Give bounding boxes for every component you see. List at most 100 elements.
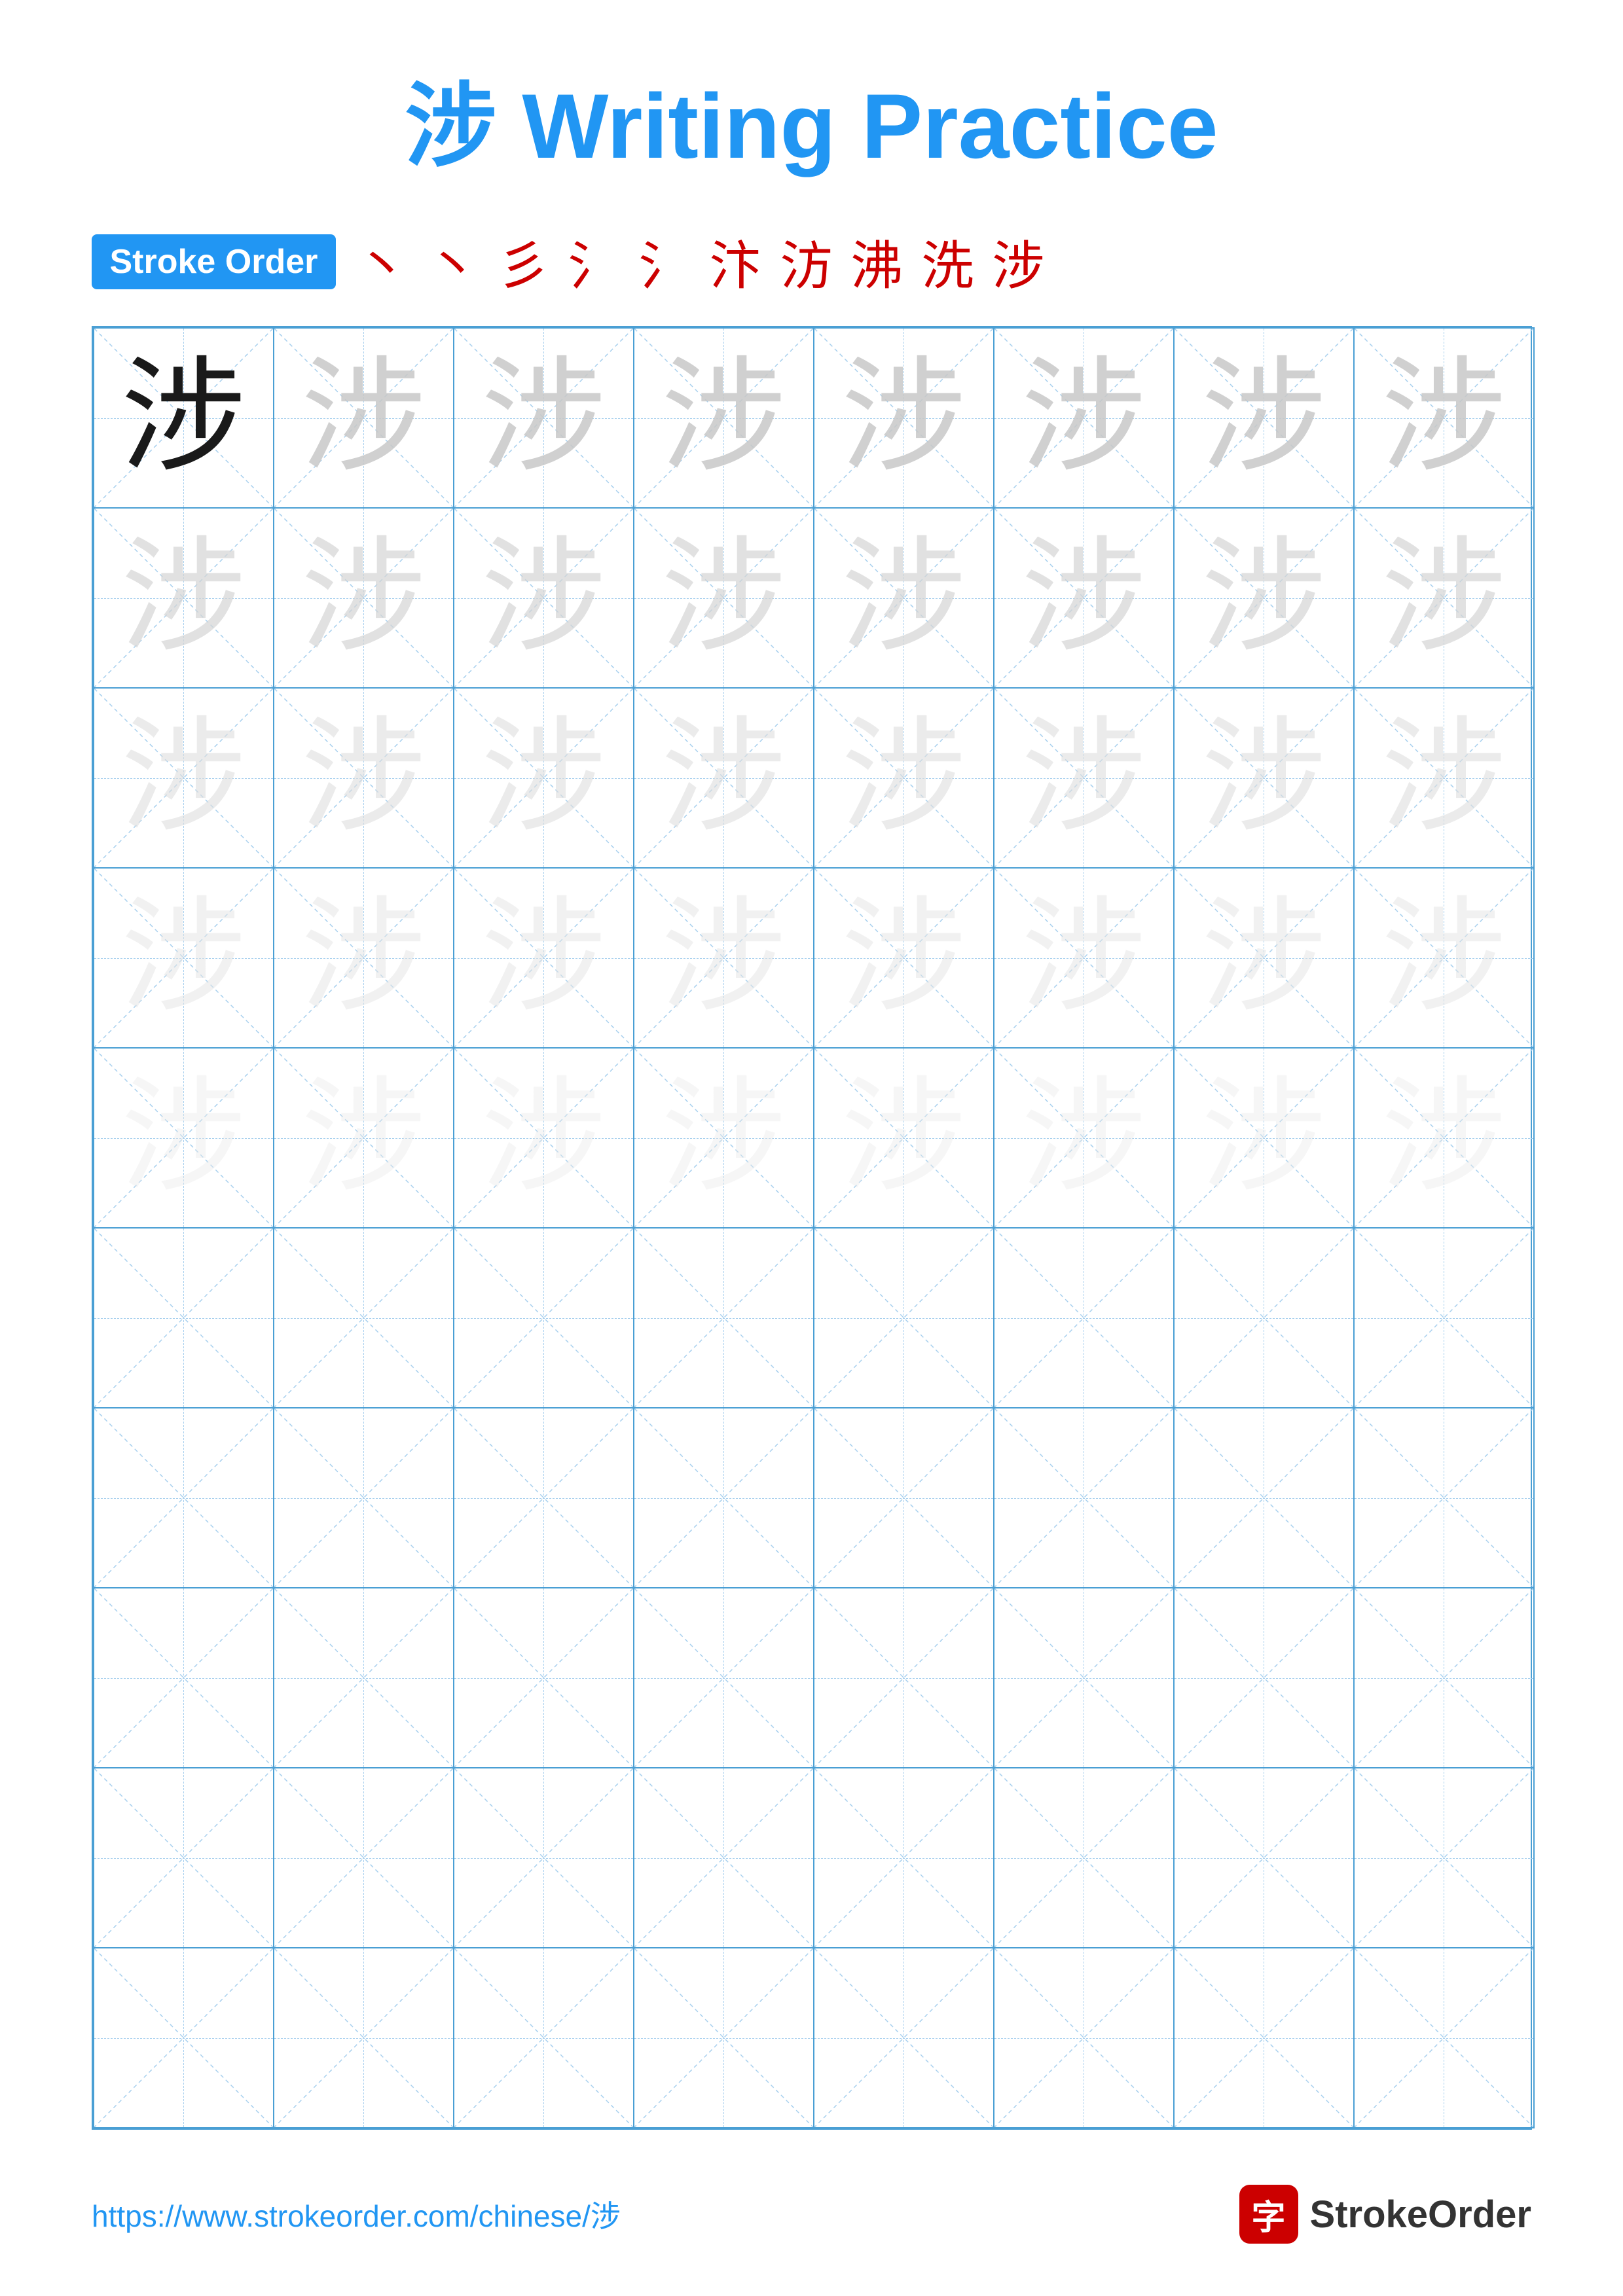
- grid-cell[interactable]: 涉: [1354, 868, 1534, 1048]
- grid-cell[interactable]: 涉: [994, 688, 1174, 868]
- grid-cell[interactable]: 涉: [994, 868, 1174, 1048]
- grid-cell-blank[interactable]: [814, 1588, 994, 1768]
- grid-cell-blank[interactable]: [994, 1408, 1174, 1588]
- grid-cell[interactable]: 涉: [994, 508, 1174, 688]
- grid-cell-blank[interactable]: [1354, 1768, 1534, 1948]
- grid-cell[interactable]: 涉: [814, 868, 994, 1048]
- grid-cell[interactable]: 涉: [634, 688, 814, 868]
- stroke-order-badge: Stroke Order: [92, 234, 337, 289]
- grid-cell-blank[interactable]: [274, 1588, 454, 1768]
- grid-cell-blank[interactable]: [1174, 1408, 1354, 1588]
- grid-cell-blank[interactable]: [94, 1228, 274, 1408]
- grid-cell[interactable]: 涉: [1354, 1048, 1534, 1228]
- grid-cell[interactable]: 涉: [94, 508, 274, 688]
- grid-cell-blank[interactable]: [634, 1408, 814, 1588]
- grid-cell[interactable]: 涉: [274, 1048, 454, 1228]
- grid-cell[interactable]: 涉: [634, 328, 814, 508]
- grid-cell-blank[interactable]: [1354, 1948, 1534, 2128]
- grid-cell[interactable]: 涉: [274, 868, 454, 1048]
- grid-cell[interactable]: 涉: [1174, 328, 1354, 508]
- grid-cell-blank[interactable]: [1174, 1228, 1354, 1408]
- grid-cell[interactable]: 涉: [814, 1048, 994, 1228]
- grid-cell[interactable]: 涉: [1174, 508, 1354, 688]
- page: 涉 Writing Practice Stroke Order 丶 丶 彡 氵 …: [0, 0, 1623, 2296]
- grid-cell-blank[interactable]: [994, 1948, 1174, 2128]
- grid-cell[interactable]: 涉: [1354, 508, 1534, 688]
- grid-cell-blank[interactable]: [1174, 1768, 1354, 1948]
- table-row: [94, 1408, 1534, 1588]
- footer-url[interactable]: https://www.strokeorder.com/chinese/涉: [92, 2193, 621, 2236]
- grid-cell-blank[interactable]: [94, 1948, 274, 2128]
- grid-cell[interactable]: 涉: [994, 1048, 1174, 1228]
- table-row: 涉 涉: [94, 1048, 1534, 1228]
- grid-cell[interactable]: 涉: [634, 1048, 814, 1228]
- grid-cell-blank[interactable]: [814, 1408, 994, 1588]
- grid-cell-blank[interactable]: [94, 1588, 274, 1768]
- grid-cell[interactable]: 涉: [634, 508, 814, 688]
- grid-cell[interactable]: 涉: [814, 328, 994, 508]
- grid-cell[interactable]: 涉: [1174, 688, 1354, 868]
- grid-cell-blank[interactable]: [94, 1408, 274, 1588]
- grid-cell-blank[interactable]: [814, 1768, 994, 1948]
- grid-cell[interactable]: 涉: [274, 508, 454, 688]
- grid-cell[interactable]: 涉: [454, 868, 634, 1048]
- grid-cell-blank[interactable]: [454, 1228, 634, 1408]
- grid-cell[interactable]: 涉: [454, 508, 634, 688]
- grid-cell-blank[interactable]: [454, 1408, 634, 1588]
- grid-cell-blank[interactable]: [994, 1768, 1174, 1948]
- grid-cell-blank[interactable]: [1354, 1588, 1534, 1768]
- grid-cell-blank[interactable]: [274, 1768, 454, 1948]
- practice-char: 涉: [481, 536, 606, 660]
- grid-cell[interactable]: 涉: [94, 1048, 274, 1228]
- grid-cell[interactable]: 涉: [454, 328, 634, 508]
- practice-char: 涉: [121, 896, 246, 1020]
- grid-cell-blank[interactable]: [814, 1228, 994, 1408]
- practice-char: 涉: [1201, 1076, 1326, 1200]
- practice-char: 涉: [661, 716, 786, 840]
- page-title: 涉 Writing Practice: [405, 52, 1218, 185]
- grid-cell[interactable]: 涉: [1354, 688, 1534, 868]
- stroke-1: 丶: [356, 224, 408, 300]
- practice-char: 涉: [301, 716, 426, 840]
- grid-cell[interactable]: 涉: [94, 328, 274, 508]
- grid-cell-blank[interactable]: [274, 1948, 454, 2128]
- grid-cell[interactable]: 涉: [1174, 1048, 1354, 1228]
- grid-cell[interactable]: 涉: [274, 688, 454, 868]
- grid-cell[interactable]: 涉: [94, 868, 274, 1048]
- table-row: [94, 1228, 1534, 1408]
- grid-cell[interactable]: 涉: [634, 868, 814, 1048]
- grid-cell[interactable]: 涉: [454, 688, 634, 868]
- grid-cell-blank[interactable]: [274, 1408, 454, 1588]
- grid-cell[interactable]: 涉: [1354, 328, 1534, 508]
- grid-cell-blank[interactable]: [634, 1228, 814, 1408]
- grid-cell-blank[interactable]: [994, 1588, 1174, 1768]
- grid-cell-blank[interactable]: [454, 1588, 634, 1768]
- grid-cell[interactable]: 涉: [994, 328, 1174, 508]
- grid-cell[interactable]: 涉: [94, 688, 274, 868]
- grid-cell-blank[interactable]: [94, 1768, 274, 1948]
- stroke-9: 洗: [921, 224, 974, 300]
- grid-cell-blank[interactable]: [454, 1768, 634, 1948]
- grid-cell[interactable]: 涉: [814, 688, 994, 868]
- grid-table: 涉 涉: [93, 327, 1535, 2128]
- grid-cell-blank[interactable]: [634, 1948, 814, 2128]
- table-row: 涉 涉: [94, 688, 1534, 868]
- grid-cell-blank[interactable]: [454, 1948, 634, 2128]
- grid-cell-blank[interactable]: [1174, 1588, 1354, 1768]
- grid-cell[interactable]: 涉: [274, 328, 454, 508]
- grid-cell[interactable]: 涉: [1174, 868, 1354, 1048]
- grid-cell-blank[interactable]: [994, 1228, 1174, 1408]
- grid-cell-blank[interactable]: [1354, 1228, 1534, 1408]
- grid-cell-blank[interactable]: [814, 1948, 994, 2128]
- grid-cell[interactable]: 涉: [454, 1048, 634, 1228]
- grid-cell-blank[interactable]: [274, 1228, 454, 1408]
- practice-char: 涉: [121, 1076, 246, 1200]
- practice-char: 涉: [1381, 1076, 1506, 1200]
- practice-char: 涉: [481, 356, 606, 480]
- grid-cell-blank[interactable]: [634, 1768, 814, 1948]
- grid-cell-blank[interactable]: [1174, 1948, 1354, 2128]
- table-row: [94, 1768, 1534, 1948]
- grid-cell-blank[interactable]: [1354, 1408, 1534, 1588]
- grid-cell[interactable]: 涉: [814, 508, 994, 688]
- grid-cell-blank[interactable]: [634, 1588, 814, 1768]
